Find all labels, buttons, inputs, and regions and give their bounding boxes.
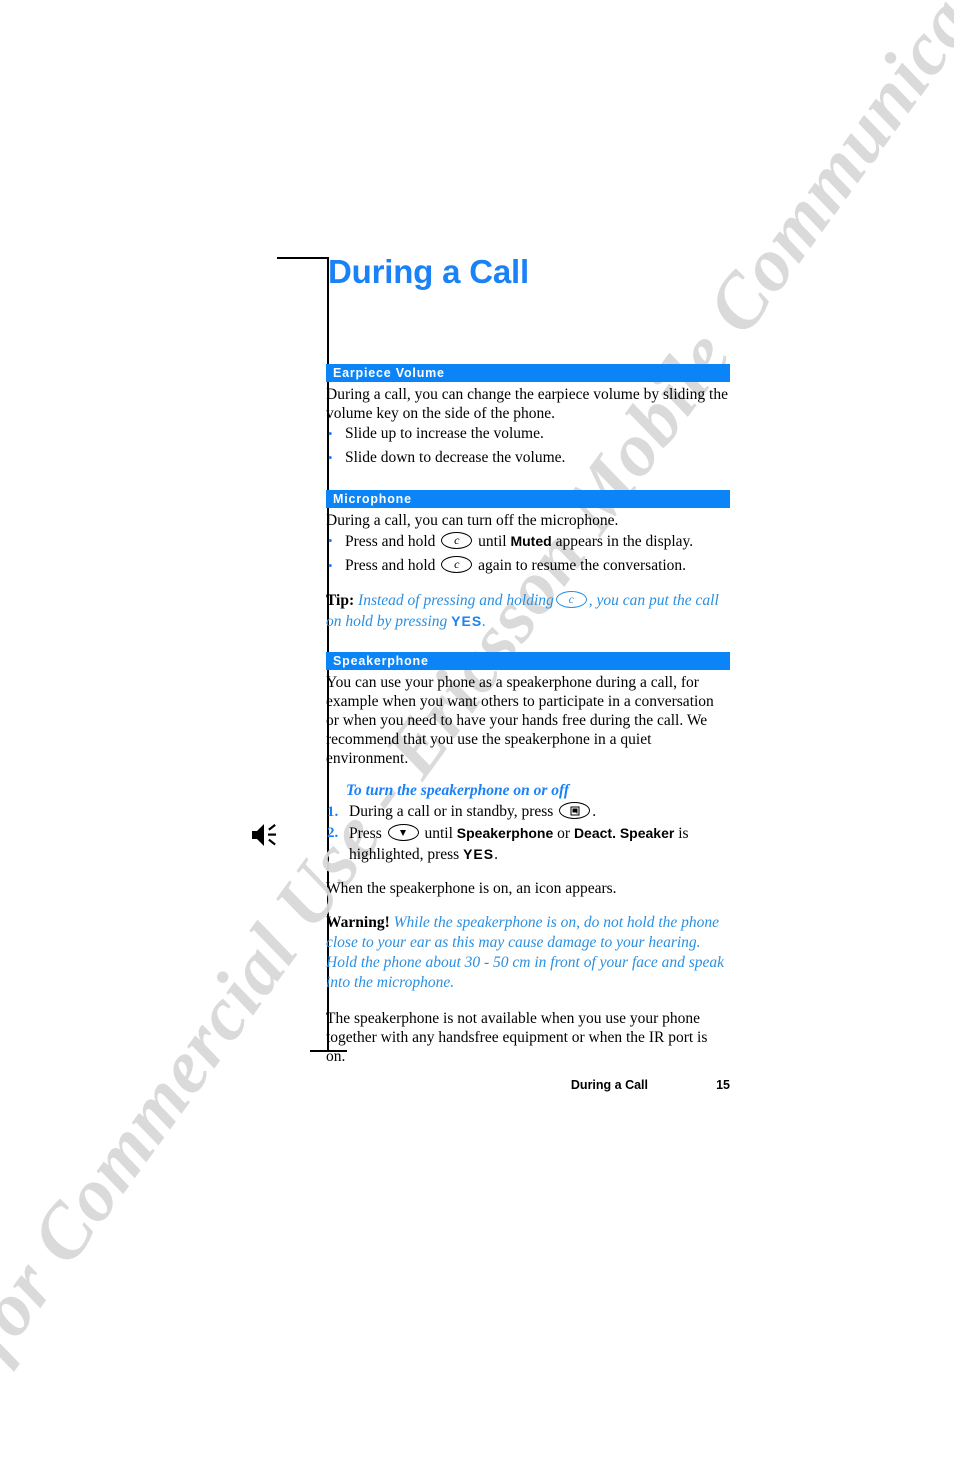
clear-key-icon: c: [555, 591, 587, 608]
section-microphone: Microphone During a call, you can turn o…: [326, 490, 730, 632]
footer-chapter-title: During a Call: [570, 1078, 648, 1092]
down-arrow-key-icon: [387, 824, 419, 841]
speakerphone-icon: [249, 820, 281, 850]
title-spacer: [326, 292, 730, 364]
ui-label-speakerphone: Speakerphone: [456, 825, 554, 841]
warning-lead-label: Warning!: [326, 914, 390, 931]
tip-block: Tip: Instead of pressing and holding c, y…: [326, 591, 730, 632]
list-item-text-post: appears in the display.: [555, 533, 694, 550]
list-item-text: Slide up to increase the volume.: [345, 425, 544, 442]
subheading-turn-speakerphone: To turn the speakerphone on or off: [346, 782, 570, 799]
list-item-text-post: .: [592, 803, 597, 820]
list-item-text-pre: Press: [349, 825, 382, 842]
list-item-text-pre: Press and hold: [345, 557, 436, 574]
list-item: • Press and hold c again to resume the c…: [326, 556, 730, 576]
section-earpiece-volume: Earpiece Volume During a call, you can c…: [326, 364, 730, 468]
list-item-text-mid: until: [478, 533, 507, 550]
list-item-text-or: or: [557, 825, 571, 842]
warning-block: Warning! While the speakerphone is on, d…: [326, 913, 730, 993]
list-item-text-mid: until: [424, 825, 453, 842]
list-item: 1. During a call or in standby, press .: [326, 802, 730, 822]
list-item: • Slide down to decrease the volume.: [326, 448, 730, 468]
bullet-list-earpiece-volume: • Slide up to increase the volume. • Sli…: [326, 424, 730, 468]
bullet-dot-icon: •: [328, 558, 333, 573]
list-item-text-post: again to resume the conversation.: [478, 557, 687, 574]
section-intro-speakerphone: You can use your phone as a speakerphone…: [326, 674, 714, 767]
clear-key-label: c: [454, 533, 460, 547]
ui-label-deact-speaker: Deact. Speaker: [573, 825, 675, 841]
list-item-text-pre: Press and hold: [345, 533, 436, 550]
speakerphone-note: When the speakerphone is on, an icon app…: [326, 880, 617, 897]
document-page: Not for Commercial Use - Ericsson Mobile…: [0, 0, 954, 1483]
list-item: • Press and hold c until Muted appears i…: [326, 531, 730, 552]
section-speakerphone: Speakerphone You can use your phone as a…: [326, 652, 730, 1066]
bullet-dot-icon: •: [328, 533, 333, 548]
clear-key-label: c: [454, 557, 460, 571]
section-intro-earpiece-volume: During a call, you can change the earpie…: [326, 386, 728, 422]
section-heading-earpiece-volume: Earpiece Volume: [326, 364, 730, 382]
bullet-list-microphone: • Press and hold c until Muted appears i…: [326, 531, 730, 576]
list-item-number: 1.: [327, 804, 339, 820]
page-footer: During a Call 15: [326, 1078, 730, 1092]
section-intro-microphone: During a call, you can turn off the micr…: [326, 512, 619, 529]
ui-label-muted: Muted: [510, 533, 552, 549]
list-item: • Slide up to increase the volume.: [326, 424, 730, 444]
list-item-text-pre: During a call or in standby, press: [349, 803, 554, 820]
list-item: 2. Press until Speakerphone or Deact. Sp…: [326, 823, 730, 865]
clear-key-icon: c: [441, 556, 473, 573]
page-title: During a Call: [328, 253, 529, 290]
tip-text-part1: Instead of pressing and holding: [358, 592, 554, 609]
list-item-text: Slide down to decrease the volume.: [345, 449, 566, 466]
section-heading-microphone: Microphone: [326, 490, 730, 508]
bullet-dot-icon: •: [328, 450, 333, 465]
numbered-list-speakerphone: 1. During a call or in standby, press . …: [326, 802, 730, 865]
page-rule-top: [277, 257, 329, 259]
ui-label-yes: YES: [451, 613, 483, 629]
ui-label-yes: YES: [463, 846, 495, 862]
tip-text-part3: .: [482, 613, 487, 630]
clear-key-icon: c: [441, 532, 473, 549]
footer-page-number: 15: [716, 1078, 730, 1092]
content-column: During a Call Earpiece Volume During a c…: [326, 252, 730, 1066]
speakerphone-closing: The speakerphone is not available when y…: [326, 1010, 708, 1065]
list-item-text-end: .: [494, 846, 498, 863]
list-item-number: 2.: [327, 825, 339, 841]
tip-lead-label: Tip:: [326, 592, 355, 609]
menu-key-icon: [559, 802, 591, 819]
clear-key-label: c: [568, 592, 574, 606]
bullet-dot-icon: •: [328, 426, 333, 441]
section-heading-speakerphone: Speakerphone: [326, 652, 730, 670]
